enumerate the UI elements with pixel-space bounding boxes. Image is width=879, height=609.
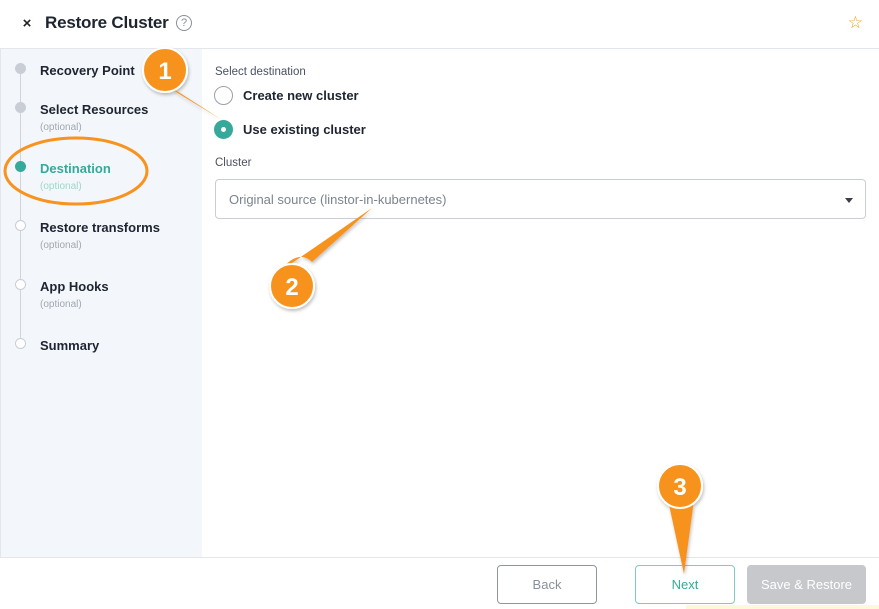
radio-selected-icon[interactable]	[214, 120, 233, 139]
help-icon[interactable]: ?	[176, 15, 192, 31]
caret-down-icon	[845, 198, 853, 203]
step-done-icon	[15, 63, 26, 74]
cluster-label: Cluster	[215, 157, 252, 169]
step-label: Restore transforms	[40, 220, 160, 235]
step-label: Recovery Point	[40, 63, 135, 78]
step-label: App Hooks	[40, 279, 109, 294]
step-todo-icon	[15, 338, 26, 349]
dialog-title: Restore Cluster	[45, 13, 169, 32]
step-done-icon	[15, 102, 26, 113]
step-label: Destination	[40, 161, 111, 176]
cluster-select[interactable]: Original source (linstor-in-kubernetes)	[215, 179, 866, 219]
cluster-select-value: Original source (linstor-in-kubernetes)	[229, 192, 447, 207]
star-icon[interactable]: ☆	[848, 13, 863, 33]
radio-label: Use existing cluster	[243, 122, 366, 137]
step-todo-icon	[15, 279, 26, 290]
step-optional-note: (optional)	[40, 122, 82, 133]
back-button[interactable]: Back	[497, 565, 597, 604]
radio-label: Create new cluster	[243, 88, 359, 103]
step-optional-note: (optional)	[40, 299, 82, 310]
step-label: Select Resources	[40, 102, 149, 117]
dialog-footer: Back Next Save & Restore	[0, 557, 879, 609]
radio-unselected-icon[interactable]	[214, 86, 233, 105]
step-label: Summary	[40, 338, 100, 353]
wizard-stepper: Recovery Point Select Resources (optiona…	[0, 49, 202, 557]
step-todo-icon	[15, 220, 26, 231]
destination-panel: Select destination Create new cluster Us…	[202, 49, 879, 557]
bottom-highlight-strip	[686, 605, 879, 609]
step-optional-note: (optional)	[40, 181, 82, 192]
next-button[interactable]: Next	[635, 565, 735, 604]
close-icon[interactable]: ×	[17, 14, 37, 34]
step-optional-note: (optional)	[40, 240, 82, 251]
save-restore-button[interactable]: Save & Restore	[747, 565, 866, 604]
dialog-header: × Restore Cluster ? ☆	[0, 0, 879, 49]
step-active-icon	[15, 161, 26, 172]
select-destination-label: Select destination	[215, 66, 306, 78]
